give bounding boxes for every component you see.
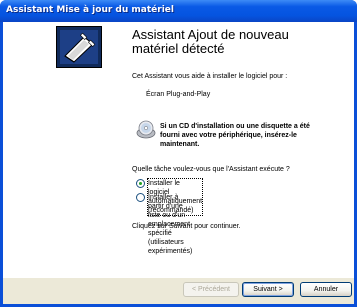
wizard-client-area: Assistant Ajout de nouveau matériel déte… (3, 22, 354, 304)
page-heading: Assistant Ajout de nouveau matériel déte… (132, 27, 289, 56)
radio-auto-install[interactable] (136, 179, 145, 188)
title-bar[interactable]: Assistant Mise à jour du matériel (0, 0, 357, 22)
window-title: Assistant Mise à jour du matériel (6, 5, 174, 15)
task-question: Quelle tâche voulez-vous que l'Assistant… (132, 166, 290, 173)
device-name: Écran Plug-and-Play (146, 91, 211, 98)
hardware-wizard-icon (56, 26, 102, 68)
back-button[interactable]: < Précédent (183, 282, 239, 297)
cd-disc-icon (136, 120, 156, 139)
continue-text: Cliquez sur Suivant pour continuer. (132, 223, 241, 230)
next-button[interactable]: Suivant > (242, 282, 294, 297)
cd-instruction: Si un CD d'installation ou une disquette… (160, 123, 310, 148)
radio-manual-install[interactable] (136, 193, 145, 202)
footer-divider (3, 276, 354, 277)
wizard-content: Assistant Ajout de nouveau matériel déte… (116, 22, 354, 276)
radio-selected-dot (139, 182, 142, 185)
wizard-window: Assistant Mise à jour du matériel Assist… (0, 0, 357, 307)
wizard-side-panel (3, 22, 116, 276)
intro-text: Cet Assistant vous aide à installer le l… (132, 73, 288, 80)
cancel-button[interactable]: Annuler (300, 282, 352, 297)
